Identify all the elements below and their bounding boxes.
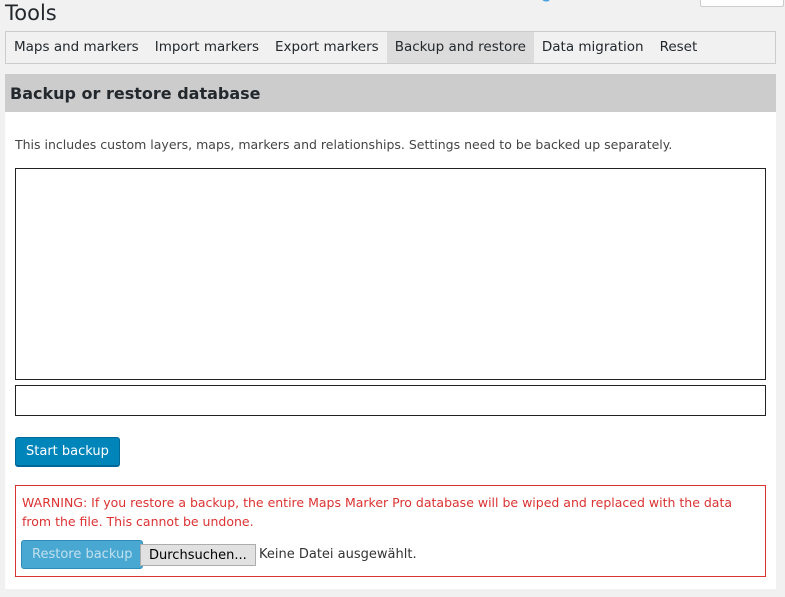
file-status-label: Keine Datei ausgewählt. xyxy=(259,547,417,562)
search-icon xyxy=(542,0,550,2)
restore-backup-button[interactable]: Restore backup xyxy=(21,540,144,569)
page-title: Tools xyxy=(5,1,57,25)
browse-file-button[interactable]: Durchsuchen... xyxy=(140,544,256,566)
backup-progress-bar xyxy=(15,385,766,416)
tab-data-migration[interactable]: Data migration xyxy=(534,32,652,63)
restore-warning-box: WARNING: If you restore a backup, the en… xyxy=(15,485,766,577)
backup-log-textarea[interactable] xyxy=(15,168,766,380)
panel-title: Backup or restore database xyxy=(5,74,776,112)
restore-warning-text: WARNING: If you restore a backup, the en… xyxy=(22,495,733,529)
tab-export-markers[interactable]: Export markers xyxy=(267,32,387,63)
backup-restore-panel: Backup or restore database This includes… xyxy=(5,74,776,589)
start-backup-button[interactable]: Start backup xyxy=(15,437,120,466)
screen-options-box[interactable] xyxy=(700,0,784,7)
panel-description: This includes custom layers, maps, marke… xyxy=(15,137,673,152)
tab-reset[interactable]: Reset xyxy=(652,32,706,63)
tab-backup-and-restore[interactable]: Backup and restore xyxy=(386,32,534,63)
tools-tab-bar: Maps and markers Import markers Export m… xyxy=(5,31,776,64)
tab-maps-and-markers[interactable]: Maps and markers xyxy=(6,32,147,63)
tab-import-markers[interactable]: Import markers xyxy=(147,32,267,63)
